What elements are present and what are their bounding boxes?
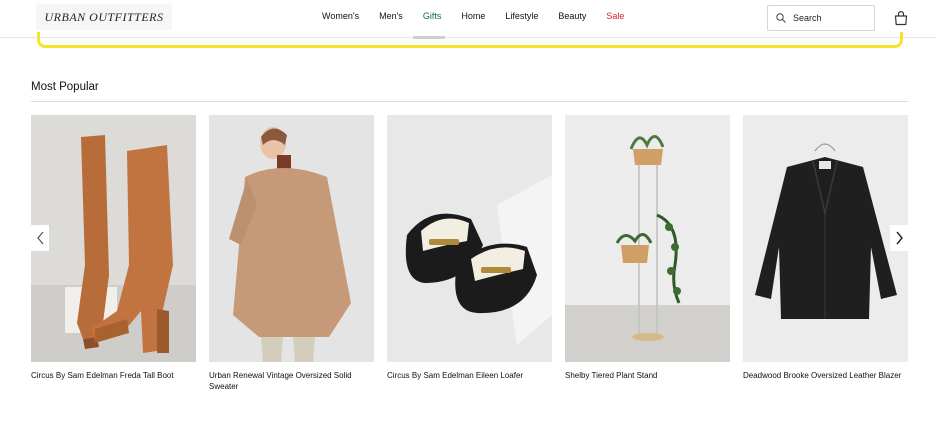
product-name[interactable]: Deadwood Brooke Oversized Leather Blazer xyxy=(743,370,908,381)
product-name[interactable]: Shelby Tiered Plant Stand xyxy=(565,370,730,381)
chevron-left-icon xyxy=(36,231,43,245)
product-image-plant-stand[interactable] xyxy=(565,115,730,362)
search-icon xyxy=(776,13,786,23)
product-image-blazer[interactable] xyxy=(743,115,908,362)
carousel-prev-button[interactable] xyxy=(31,225,49,251)
product-image-boots[interactable] xyxy=(31,115,196,362)
product-name[interactable]: Urban Renewal Vintage Oversized Solid Sw… xyxy=(209,370,374,392)
nav-womens[interactable]: Women's xyxy=(322,11,359,21)
section-title: Most Popular xyxy=(31,81,99,93)
product-image-sweater[interactable] xyxy=(209,115,374,362)
product-image-loafers[interactable] xyxy=(387,115,552,362)
divider xyxy=(31,101,908,102)
nav-lifestyle[interactable]: Lifestyle xyxy=(505,11,538,21)
chevron-right-icon xyxy=(895,231,903,245)
product-name[interactable]: Circus By Sam Edelman Freda Tall Boot xyxy=(31,370,196,381)
promo-banner[interactable] xyxy=(37,32,903,48)
product-card[interactable]: Urban Renewal Vintage Oversized Solid Sw… xyxy=(209,115,374,392)
shopping-bag-icon[interactable] xyxy=(893,10,909,26)
carousel-next-button[interactable] xyxy=(890,225,908,251)
product-card[interactable]: Circus By Sam Edelman Eileen Loafer xyxy=(387,115,552,381)
banner-indicator xyxy=(413,36,445,39)
nav-sale[interactable]: Sale xyxy=(606,11,624,21)
product-carousel: Circus By Sam Edelman Freda Tall Boot Ur… xyxy=(31,115,908,395)
product-name[interactable]: Circus By Sam Edelman Eileen Loafer xyxy=(387,370,552,381)
nav-beauty[interactable]: Beauty xyxy=(558,11,586,21)
logo[interactable]: URBAN OUTFITTERS xyxy=(36,4,172,30)
product-card[interactable]: Circus By Sam Edelman Freda Tall Boot xyxy=(31,115,196,381)
search-input[interactable] xyxy=(793,13,873,23)
nav-home[interactable]: Home xyxy=(461,11,485,21)
nav-mens[interactable]: Men's xyxy=(379,11,403,21)
logo-text: URBAN OUTFITTERS xyxy=(44,9,164,24)
product-card[interactable]: Shelby Tiered Plant Stand xyxy=(565,115,730,381)
main-nav: Women's Men's Gifts Home Lifestyle Beaut… xyxy=(322,11,644,21)
search-box[interactable] xyxy=(767,5,875,31)
nav-gifts[interactable]: Gifts xyxy=(423,11,442,21)
product-card[interactable]: Deadwood Brooke Oversized Leather Blazer xyxy=(743,115,908,381)
